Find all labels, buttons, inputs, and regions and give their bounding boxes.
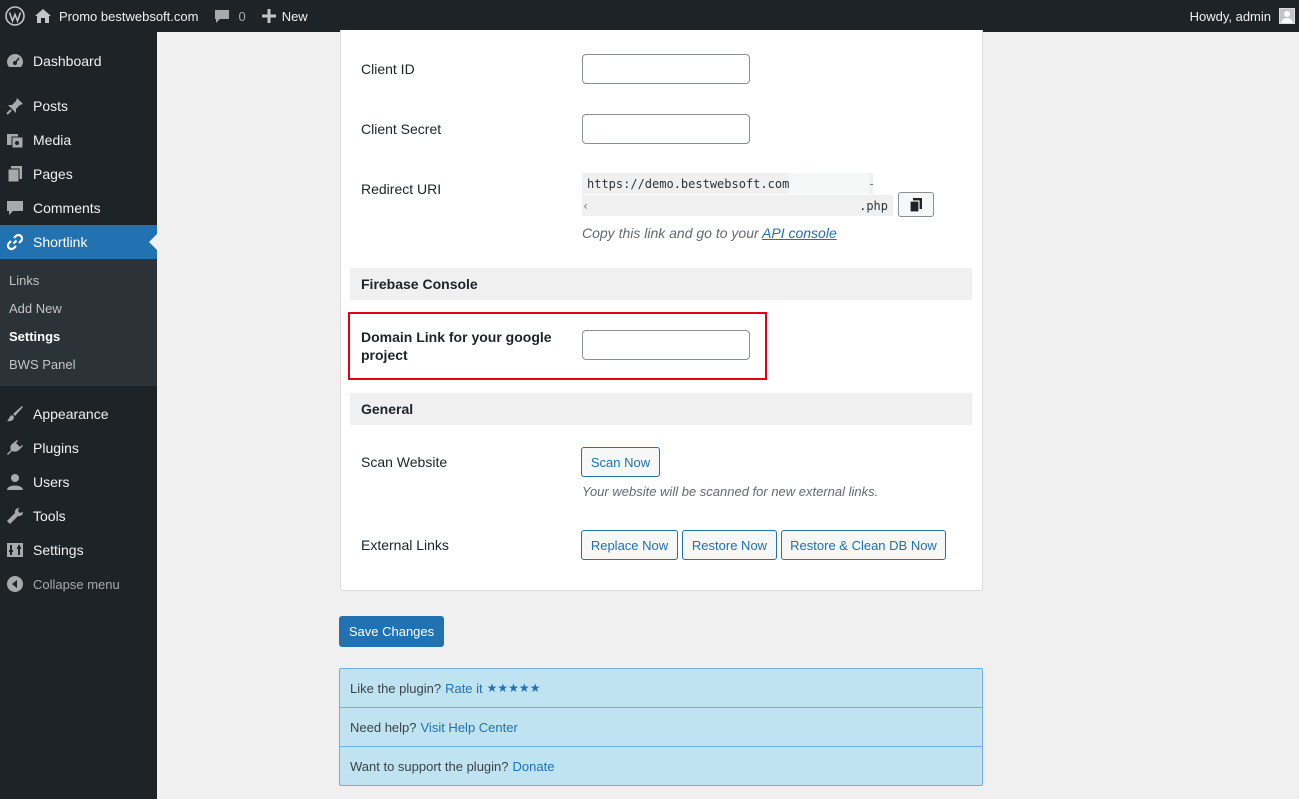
plus-icon	[261, 9, 276, 23]
collapse-menu-button[interactable]: Collapse menu	[0, 567, 157, 601]
donate-link[interactable]: Donate	[513, 759, 555, 774]
sidebar-item-comments[interactable]: Comments	[0, 191, 157, 225]
redirect-uri-field[interactable]: https://demo.bestwebsoft.com - ‹ .php	[582, 173, 893, 216]
submenu-item-bws-panel[interactable]: BWS Panel	[0, 350, 157, 378]
new-content-link[interactable]: New	[254, 0, 316, 32]
help-center-link[interactable]: Visit Help Center	[421, 720, 518, 735]
firebase-console-heading: Firebase Console	[350, 268, 972, 300]
admin-bar: Promo bestwebsoft.com 0 New Howdy, admin	[0, 0, 1299, 32]
plugin-icon	[5, 438, 25, 458]
scan-now-button[interactable]: Scan Now	[581, 447, 660, 477]
save-changes-button[interactable]: Save Changes	[339, 616, 444, 647]
media-icon	[5, 130, 25, 150]
wordpress-logo-icon[interactable]	[0, 0, 30, 32]
help-row: Need help? Visit Help Center	[340, 708, 982, 747]
client-id-label: Client ID	[361, 61, 415, 77]
sidebar-item-media[interactable]: Media	[0, 123, 157, 157]
client-secret-input[interactable]	[582, 114, 750, 144]
redirect-uri-end: .php	[859, 198, 888, 213]
scan-description: Your website will be scanned for new ext…	[582, 484, 879, 499]
replace-now-button[interactable]: Replace Now	[581, 530, 678, 560]
account-menu[interactable]: Howdy, admin	[1182, 0, 1299, 32]
site-name-label: Promo bestwebsoft.com	[59, 8, 199, 24]
submenu-item-add-new[interactable]: Add New	[0, 294, 157, 322]
sidebar-item-label: Tools	[33, 508, 66, 524]
sidebar-item-label: Settings	[33, 542, 84, 558]
dashboard-icon	[5, 51, 25, 71]
redirect-uri-start: https://demo.bestwebsoft.com	[587, 176, 790, 191]
sidebar-item-appearance[interactable]: Appearance	[0, 397, 157, 431]
submenu-item-links[interactable]: Links	[0, 266, 157, 294]
redirect-uri-description: Copy this link and go to your API consol…	[582, 225, 837, 241]
pages-icon	[5, 164, 25, 184]
shortlink-submenu: Links Add New Settings BWS Panel	[0, 259, 157, 386]
api-console-link[interactable]: API console	[762, 225, 837, 241]
sidebar-item-dashboard[interactable]: Dashboard	[0, 44, 157, 78]
sidebar-item-settings[interactable]: Settings	[0, 533, 157, 567]
client-secret-label: Client Secret	[361, 121, 442, 137]
brush-icon	[5, 404, 25, 424]
sidebar-item-plugins[interactable]: Plugins	[0, 431, 157, 465]
sidebar-item-label: Dashboard	[33, 53, 102, 69]
new-label: New	[281, 8, 308, 24]
sidebar-item-label: Media	[33, 132, 72, 148]
howdy-text: Howdy, admin	[1189, 8, 1271, 24]
collapse-menu-label: Collapse menu	[33, 576, 120, 592]
pin-icon	[5, 96, 25, 116]
rate-row: Like the plugin? Rate it ★★★★★	[340, 669, 982, 708]
comment-bubble-icon	[215, 9, 230, 23]
avatar	[1279, 8, 1295, 24]
restore-now-button[interactable]: Restore Now	[682, 530, 777, 560]
home-icon	[35, 9, 51, 23]
submenu-item-settings[interactable]: Settings	[0, 322, 157, 350]
comments-link[interactable]: 0	[206, 0, 253, 32]
sidebar-item-label: Posts	[33, 98, 69, 114]
sidebar-item-pages[interactable]: Pages	[0, 157, 157, 191]
copy-icon	[909, 197, 922, 213]
sidebar-item-users[interactable]: Users	[0, 465, 157, 499]
domain-link-label: Domain Link for your google project	[361, 329, 552, 363]
rate-it-link[interactable]: Rate it	[445, 681, 483, 696]
sidebar-item-label: Pages	[33, 166, 73, 182]
plugin-info-box: Like the plugin? Rate it ★★★★★ Need help…	[339, 668, 983, 786]
link-icon	[5, 232, 25, 252]
admin-sidebar: Dashboard Posts Media Pages Comments Sho…	[0, 32, 157, 799]
sidebar-item-tools[interactable]: Tools	[0, 499, 157, 533]
copy-button[interactable]	[898, 192, 934, 217]
sidebar-item-label: Users	[33, 474, 70, 490]
sidebar-item-label: Shortlink	[33, 234, 88, 250]
wrench-icon	[5, 506, 25, 526]
collapse-arrow-icon	[5, 574, 25, 594]
sidebar-item-label: Appearance	[33, 406, 109, 422]
redirect-uri-label: Redirect URI	[361, 181, 442, 197]
support-row: Want to support the plugin? Donate	[350, 759, 555, 774]
sidebar-item-label: Plugins	[33, 440, 79, 456]
comments-count: 0	[238, 8, 246, 24]
settings-icon	[5, 540, 25, 560]
scan-website-label: Scan Website	[361, 454, 448, 470]
sidebar-item-posts[interactable]: Posts	[0, 89, 157, 123]
external-links-label: External Links	[361, 537, 449, 553]
user-icon	[5, 472, 25, 492]
main-content: Client ID Client Secret Redirect URI htt…	[157, 30, 1299, 799]
comment-icon	[5, 198, 25, 218]
client-id-input[interactable]	[582, 54, 750, 84]
sidebar-item-label: Comments	[33, 200, 101, 216]
general-heading: General	[350, 393, 972, 425]
rating-stars-icon[interactable]: ★★★★★	[487, 681, 541, 695]
domain-link-input[interactable]	[582, 330, 750, 360]
site-name-link[interactable]: Promo bestwebsoft.com	[30, 0, 206, 32]
restore-clean-db-button[interactable]: Restore & Clean DB Now	[781, 530, 946, 560]
sidebar-item-shortlink[interactable]: Shortlink	[0, 225, 157, 259]
